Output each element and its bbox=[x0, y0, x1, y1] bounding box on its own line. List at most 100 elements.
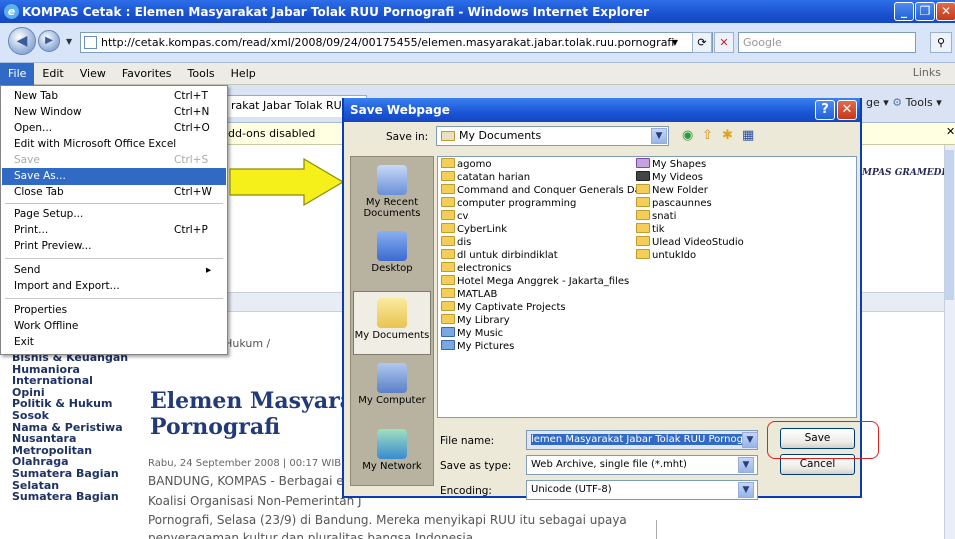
sidebar-item-sosok[interactable]: Sosok bbox=[12, 410, 142, 422]
list-item[interactable]: dis bbox=[441, 236, 471, 249]
menu-bar: File Edit View Favorites Tools Help bbox=[0, 62, 955, 85]
minimize-button[interactable]: _ bbox=[894, 2, 914, 21]
sidebar-item-sumbag[interactable]: Sumatera Bagian bbox=[12, 491, 142, 503]
list-item[interactable]: New Folder bbox=[636, 184, 708, 197]
menu-separator bbox=[5, 298, 223, 299]
address-input[interactable]: http://cetak.kompas.com/read/xml/2008/09… bbox=[80, 32, 713, 53]
place-my-network[interactable]: My Network bbox=[353, 423, 431, 487]
help-button[interactable]: ? bbox=[815, 100, 835, 120]
list-item[interactable]: catatan harian bbox=[441, 171, 530, 184]
menu-item-shortcut: Ctrl+O bbox=[174, 122, 210, 134]
menu-item-import-export[interactable]: Import and Export... bbox=[2, 278, 226, 295]
list-item[interactable]: snati bbox=[636, 210, 676, 223]
menu-item-work-offline[interactable]: Work Offline bbox=[2, 318, 226, 335]
menu-favorites[interactable]: Favorites bbox=[114, 63, 180, 85]
list-item[interactable]: My Library bbox=[441, 314, 510, 327]
search-input[interactable]: Google bbox=[738, 32, 916, 53]
search-icon[interactable]: ⚲ bbox=[930, 32, 952, 53]
list-item[interactable]: MATLAB bbox=[441, 288, 497, 301]
menu-item-page-setup[interactable]: Page Setup... bbox=[2, 206, 226, 223]
list-item[interactable]: My Pictures bbox=[441, 340, 514, 353]
save-as-type-select[interactable]: Web Archive, single file (*.mht) bbox=[526, 455, 758, 475]
sidebar-item-nusantara[interactable]: Nusantara bbox=[12, 433, 142, 445]
menu-item-exit[interactable]: Exit bbox=[2, 334, 226, 351]
menu-item-close-tab[interactable]: Close Tab Ctrl+W bbox=[2, 184, 226, 201]
my-documents-folder-icon bbox=[377, 298, 407, 328]
folder-icon bbox=[441, 249, 455, 259]
forward-button[interactable]: ▶ bbox=[38, 30, 60, 52]
list-item[interactable]: My Shapes bbox=[636, 158, 706, 171]
dialog-close-button[interactable]: ✕ bbox=[837, 100, 857, 120]
menu-file[interactable]: File bbox=[0, 62, 35, 85]
scrollbar-thumb[interactable] bbox=[945, 150, 954, 300]
menu-help[interactable]: Help bbox=[223, 63, 264, 85]
list-item[interactable]: CyberLink bbox=[441, 223, 507, 236]
sidebar-item-sumsel[interactable]: Sumatera Bagian Selatan bbox=[12, 468, 142, 491]
tools-menu-button[interactable]: Tools ▾ bbox=[906, 96, 942, 109]
up-folder-icon[interactable]: ⇧ bbox=[702, 128, 713, 143]
list-item[interactable]: dl untuk dirbindiklat bbox=[441, 249, 558, 262]
encoding-select[interactable]: Unicode (UTF-8) bbox=[526, 480, 758, 500]
list-item[interactable]: electronics bbox=[441, 262, 511, 275]
list-item[interactable]: My Videos bbox=[636, 171, 703, 184]
stop-button[interactable]: ✕ bbox=[714, 32, 734, 53]
infobar-close-icon[interactable]: ✕ bbox=[946, 125, 955, 138]
menu-item-new-window[interactable]: New Window Ctrl+N bbox=[2, 104, 226, 121]
list-item-label: Hotel Mega Anggrek - Jakarta_files bbox=[457, 276, 630, 287]
list-item[interactable]: untukIdo bbox=[636, 249, 697, 262]
menu-item-edit-excel[interactable]: Edit with Microsoft Office Excel bbox=[2, 136, 226, 153]
list-item-label: My Videos bbox=[652, 172, 703, 183]
menu-item-send[interactable]: Send ▸ bbox=[2, 262, 226, 279]
list-item-label: untukIdo bbox=[652, 250, 697, 261]
save-as-type-dropdown-icon[interactable]: ▼ bbox=[738, 457, 754, 473]
list-item[interactable]: Ulead VideoStudio bbox=[636, 236, 744, 249]
encoding-dropdown-icon[interactable]: ▼ bbox=[738, 482, 754, 498]
menu-item-print-preview[interactable]: Print Preview... bbox=[2, 238, 226, 255]
list-item[interactable]: Command and Conquer Generals Data bbox=[441, 184, 651, 197]
save-in-dropdown[interactable]: My Documents ▼ bbox=[436, 126, 669, 146]
list-item[interactable]: pascaunnes bbox=[636, 197, 712, 210]
menu-item-save-as[interactable]: Save As... bbox=[2, 168, 226, 185]
menu-item-properties[interactable]: Properties bbox=[2, 302, 226, 319]
list-item[interactable]: Hotel Mega Anggrek - Jakarta_files bbox=[441, 275, 630, 288]
view-menu-icon[interactable]: ▦ bbox=[742, 128, 754, 143]
list-item[interactable]: agomo bbox=[441, 158, 491, 171]
list-item[interactable]: cv bbox=[441, 210, 468, 223]
close-button[interactable]: ✕ bbox=[936, 2, 955, 21]
new-folder-icon[interactable]: ✱ bbox=[722, 128, 733, 143]
file-menu: New Tab Ctrl+T New Window Ctrl+N Open... Ct… bbox=[0, 85, 228, 355]
category-sidebar: Bisnis & Keuangan Humaniora Internationa… bbox=[12, 352, 142, 503]
page-menu-button[interactable]: ge ▾ bbox=[866, 96, 889, 109]
menu-item-label: Page Setup... bbox=[14, 208, 84, 220]
article-title: Elemen Masyaral Pornografi bbox=[150, 388, 362, 440]
menu-item-new-tab[interactable]: New Tab Ctrl+T bbox=[2, 88, 226, 105]
refresh-button[interactable]: ⟳ bbox=[692, 32, 712, 53]
place-recent-documents[interactable]: My Recent Documents bbox=[353, 159, 431, 223]
place-my-documents[interactable]: My Documents bbox=[353, 291, 431, 355]
brand-logo: MPAS GRAMEDIA bbox=[862, 168, 953, 178]
list-item[interactable]: computer programming bbox=[441, 197, 576, 210]
file-name-input[interactable]: lemen Masyarakat Jabar Tolak RUU Pornogr… bbox=[526, 430, 758, 450]
article-body-line: penyeragaman kultur dan pluralitas bangs… bbox=[148, 531, 477, 539]
list-item[interactable]: My Music bbox=[441, 327, 503, 340]
place-desktop[interactable]: Desktop bbox=[353, 225, 431, 289]
menu-edit[interactable]: Edit bbox=[34, 63, 71, 85]
restore-button[interactable]: ❐ bbox=[915, 2, 935, 21]
list-item[interactable]: My Captivate Projects bbox=[441, 301, 566, 314]
list-item[interactable]: tik bbox=[636, 223, 665, 236]
back-folder-icon[interactable]: ◉ bbox=[682, 128, 693, 143]
links-toolbar[interactable]: Links bbox=[913, 66, 941, 79]
menu-item-open[interactable]: Open... Ctrl+O bbox=[2, 120, 226, 137]
place-my-computer[interactable]: My Computer bbox=[353, 357, 431, 421]
recent-pages-dropdown-icon[interactable]: ▼ bbox=[66, 37, 72, 46]
menu-view[interactable]: View bbox=[72, 63, 114, 85]
list-item-label: New Folder bbox=[652, 185, 708, 196]
back-button[interactable]: ◀ bbox=[8, 27, 36, 55]
address-dropdown-icon[interactable]: ▼ bbox=[668, 33, 682, 52]
article-title-line: Pornografi bbox=[150, 414, 281, 440]
place-label: Desktop bbox=[371, 263, 413, 274]
menu-tools[interactable]: Tools bbox=[180, 63, 223, 85]
menu-item-print[interactable]: Print... Ctrl+P bbox=[2, 222, 226, 239]
file-name-dropdown-icon[interactable]: ▼ bbox=[742, 432, 758, 448]
folder-icon bbox=[441, 197, 455, 207]
